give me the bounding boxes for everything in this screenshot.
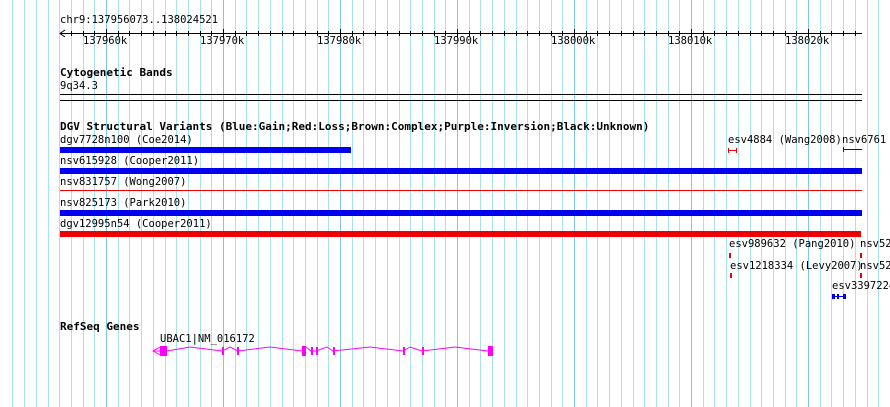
variant-bar <box>832 294 835 299</box>
variant-bar <box>60 190 862 191</box>
variant-bar <box>728 150 737 151</box>
region-label: chr9:137956073..138024521 <box>60 14 219 26</box>
genome-browser-panel: chr9:137956073..138024521 137960k 137970… <box>0 0 890 407</box>
variant-bar <box>60 147 351 153</box>
feature-label[interactable]: nsv615928 (Cooper2011) <box>60 155 199 167</box>
gene-exon <box>488 346 493 356</box>
feature-label[interactable]: nsv825173 (Park2010) <box>60 197 186 209</box>
track-title-refseq-genes[interactable]: RefSeq Genes <box>60 321 139 333</box>
variant-bar <box>860 273 862 278</box>
gene-exon <box>222 347 224 355</box>
variant-bar <box>860 253 862 258</box>
gene-exon <box>333 347 335 355</box>
gene-exon <box>302 346 306 356</box>
feature-label[interactable]: nsv831757 (Wong2007) <box>60 176 186 188</box>
tick-label: 137970k <box>200 35 245 47</box>
tick-label: 137960k <box>83 35 128 47</box>
track-title-cytogenetic-bands[interactable]: Cytogenetic Bands <box>60 67 173 79</box>
tick-label: 137990k <box>434 35 479 47</box>
feature-label[interactable]: dgv12995n54 (Cooper2011) <box>60 218 212 230</box>
feature-label[interactable]: nsv52 <box>860 260 890 272</box>
tick-label: 137980k <box>317 35 362 47</box>
band-label[interactable]: 9q34.3 <box>60 80 98 92</box>
feature-label[interactable]: nsv52 <box>860 238 890 250</box>
tick-label: 138020k <box>785 35 830 47</box>
tick-label: 138010k <box>668 35 713 47</box>
gene-intron-line <box>153 346 489 352</box>
variant-bar <box>729 253 731 258</box>
feature-label[interactable]: esv989632 (Pang2010) <box>729 238 855 250</box>
feature-label[interactable]: dgv7728n100 (Coe2014) <box>60 134 193 146</box>
feature-label[interactable]: esv1218334 (Levy2007) <box>730 260 863 272</box>
feature-label[interactable]: esv3397224 <box>832 280 890 292</box>
gene-exon <box>403 347 405 355</box>
variant-bar <box>60 168 862 174</box>
variant-bar <box>60 210 862 216</box>
gene-exon <box>316 347 318 355</box>
feature-label[interactable]: esv4884 (Wang2008) <box>728 134 842 146</box>
gene-exon <box>422 347 424 355</box>
variant-bar <box>837 294 839 299</box>
gene-label[interactable]: UBAC1|NM_016172 <box>160 333 255 345</box>
variant-bar <box>730 273 732 278</box>
variant-bar <box>843 149 862 150</box>
gene-exon <box>160 346 167 356</box>
gene-exon <box>311 347 313 355</box>
variant-bar <box>60 231 861 237</box>
tick-label: 138000k <box>551 35 596 47</box>
gene-exon <box>237 347 239 355</box>
variant-bar <box>843 294 846 299</box>
track-title-dgv[interactable]: DGV Structural Variants (Blue:Gain;Red:L… <box>60 121 649 133</box>
feature-label[interactable]: nsv6761 <box>842 134 886 146</box>
